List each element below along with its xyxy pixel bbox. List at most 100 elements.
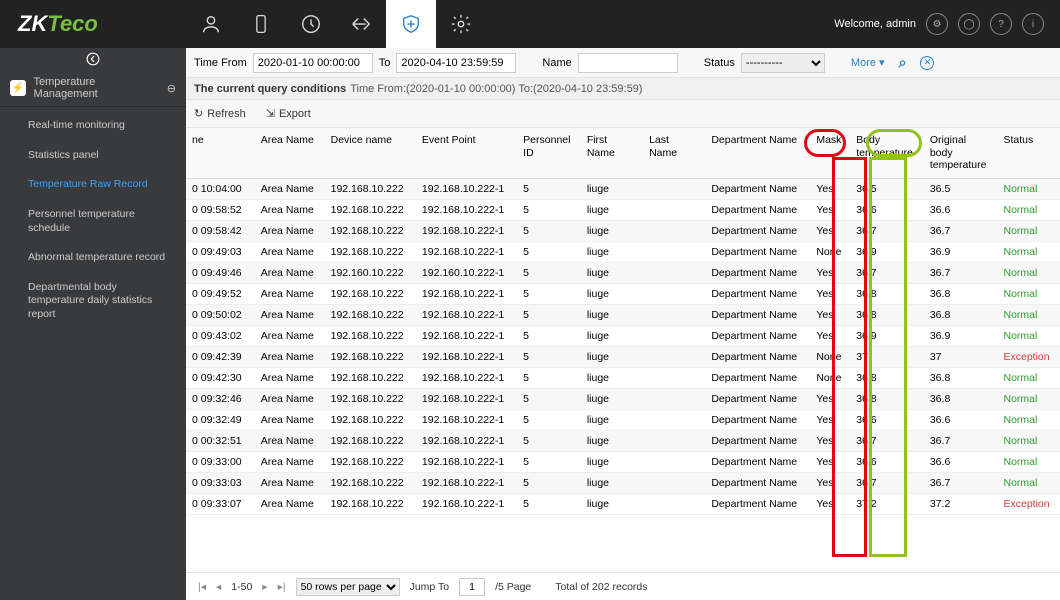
cell: 192.168.10.222-1	[416, 367, 517, 388]
export-button[interactable]: ⇲Export	[266, 107, 311, 120]
more-link[interactable]: More ▾	[851, 56, 885, 69]
first-page-button[interactable]: |◂	[198, 581, 206, 593]
search-icon[interactable]: ⌕	[899, 54, 907, 71]
clear-icon[interactable]: ✕	[920, 56, 934, 70]
cell	[643, 493, 705, 514]
table-row[interactable]: 0 09:42:30Area Name192.168.10.222192.168…	[186, 367, 1060, 388]
sidebar-item[interactable]: Statistics panel	[0, 141, 186, 171]
collapse-button[interactable]	[0, 48, 186, 70]
nav-health-icon[interactable]	[386, 0, 436, 48]
table-row[interactable]: 0 10:04:00Area Name192.168.10.222192.168…	[186, 178, 1060, 199]
cell: Area Name	[255, 220, 325, 241]
cell: Yes	[810, 493, 850, 514]
cell: Department Name	[705, 472, 810, 493]
sidebar-item[interactable]: Temperature Raw Record	[0, 170, 186, 200]
table-row[interactable]: 0 09:49:46Area Name192.160.10.222192.160…	[186, 262, 1060, 283]
cell	[643, 178, 705, 199]
cell: 192.168.10.222	[325, 388, 416, 409]
rows-per-page-select[interactable]: 50 rows per page	[296, 578, 400, 596]
prev-page-button[interactable]: ◂	[216, 581, 221, 593]
table-row[interactable]: 0 09:49:52Area Name192.168.10.222192.168…	[186, 283, 1060, 304]
column-header[interactable]: Device name	[325, 128, 416, 178]
table-row[interactable]: 0 09:50:02Area Name192.168.10.222192.168…	[186, 304, 1060, 325]
nav-settings-icon[interactable]	[436, 0, 486, 48]
cell: liuge	[581, 493, 643, 514]
cell: 37.2	[924, 493, 998, 514]
cell: Yes	[810, 409, 850, 430]
cell: Yes	[810, 178, 850, 199]
cell: Normal	[998, 178, 1060, 199]
cell: Department Name	[705, 304, 810, 325]
nav-access-icon[interactable]	[336, 0, 386, 48]
table-row[interactable]: 0 09:32:46Area Name192.168.10.222192.168…	[186, 388, 1060, 409]
top-bar: ZKTeco Welcome, admin ⚙ ◯ ? i	[0, 0, 1060, 48]
table-row[interactable]: 0 09:42:39Area Name192.168.10.222192.168…	[186, 346, 1060, 367]
cell: 36.6	[924, 199, 998, 220]
cell: Normal	[998, 409, 1060, 430]
cell: Area Name	[255, 493, 325, 514]
column-header[interactable]: First Name	[581, 128, 643, 178]
cell: Yes	[810, 388, 850, 409]
info-icon[interactable]: i	[1022, 13, 1044, 35]
cell: liuge	[581, 304, 643, 325]
table-wrap[interactable]: neArea NameDevice nameEvent PointPersonn…	[186, 128, 1060, 572]
cell: liuge	[581, 262, 643, 283]
time-to-input[interactable]	[396, 53, 516, 73]
cell: 36.7	[924, 472, 998, 493]
table-row[interactable]: 0 09:33:07Area Name192.168.10.222192.168…	[186, 493, 1060, 514]
refresh-button[interactable]: ↻Refresh	[194, 107, 246, 120]
last-page-button[interactable]: ▸|	[278, 581, 286, 593]
column-header[interactable]: Status	[998, 128, 1060, 178]
table-row[interactable]: 0 09:58:52Area Name192.168.10.222192.168…	[186, 199, 1060, 220]
table-row[interactable]: 0 09:43:02Area Name192.168.10.222192.168…	[186, 325, 1060, 346]
jump-input[interactable]	[459, 578, 485, 596]
nav-device-icon[interactable]	[236, 0, 286, 48]
cell: Normal	[998, 325, 1060, 346]
table-row[interactable]: 0 09:58:42Area Name192.168.10.222192.168…	[186, 220, 1060, 241]
name-input[interactable]	[578, 53, 678, 73]
cell: liuge	[581, 178, 643, 199]
sidebar-item[interactable]: Real-time monitoring	[0, 111, 186, 141]
column-header[interactable]: Area Name	[255, 128, 325, 178]
top-nav	[186, 0, 486, 48]
table-row[interactable]: 0 00:32:51Area Name192.168.10.222192.168…	[186, 430, 1060, 451]
settings-small-icon[interactable]: ⚙	[926, 13, 948, 35]
help-icon[interactable]: ?	[990, 13, 1012, 35]
cell: Area Name	[255, 409, 325, 430]
sidebar-item[interactable]: Abnormal temperature record	[0, 243, 186, 273]
column-header[interactable]: Mask	[810, 128, 850, 178]
status-select[interactable]: ----------	[741, 53, 825, 73]
cell: 5	[517, 493, 581, 514]
column-header[interactable]: Event Point	[416, 128, 517, 178]
lightning-icon: ⚡	[10, 80, 26, 96]
cell: 36.9	[924, 241, 998, 262]
cell: Normal	[998, 262, 1060, 283]
column-header[interactable]: Body temperature	[850, 128, 924, 178]
column-header[interactable]: Personnel ID	[517, 128, 581, 178]
column-header[interactable]: ne	[186, 128, 255, 178]
cell: Department Name	[705, 367, 810, 388]
cell: 0 09:49:03	[186, 241, 255, 262]
table-row[interactable]: 0 09:32:49Area Name192.168.10.222192.168…	[186, 409, 1060, 430]
column-header[interactable]: Department Name	[705, 128, 810, 178]
nav-time-icon[interactable]	[286, 0, 336, 48]
next-page-button[interactable]: ▸	[262, 581, 267, 593]
table-row[interactable]: 0 09:33:03Area Name192.168.10.222192.168…	[186, 472, 1060, 493]
cell: 5	[517, 220, 581, 241]
sidebar-item[interactable]: Personnel temperature schedule	[0, 200, 186, 243]
table-row[interactable]: 0 09:49:03Area Name192.168.10.222192.168…	[186, 241, 1060, 262]
time-from-input[interactable]	[253, 53, 373, 73]
cell: Area Name	[255, 430, 325, 451]
cell: Normal	[998, 430, 1060, 451]
total-records: Total of 202 records	[555, 581, 647, 593]
cell	[643, 472, 705, 493]
table-row[interactable]: 0 09:33:00Area Name192.168.10.222192.168…	[186, 451, 1060, 472]
user-small-icon[interactable]: ◯	[958, 13, 980, 35]
sidebar-item[interactable]: Departmental body temperature daily stat…	[0, 273, 186, 330]
nav-personnel-icon[interactable]	[186, 0, 236, 48]
sidebar-header[interactable]: ⚡ Temperature Management ⊖	[0, 70, 186, 107]
cell: 0 09:58:52	[186, 199, 255, 220]
column-header[interactable]: Last Name	[643, 128, 705, 178]
column-header[interactable]: Original body temperature	[924, 128, 998, 178]
cell: 36.6	[924, 451, 998, 472]
